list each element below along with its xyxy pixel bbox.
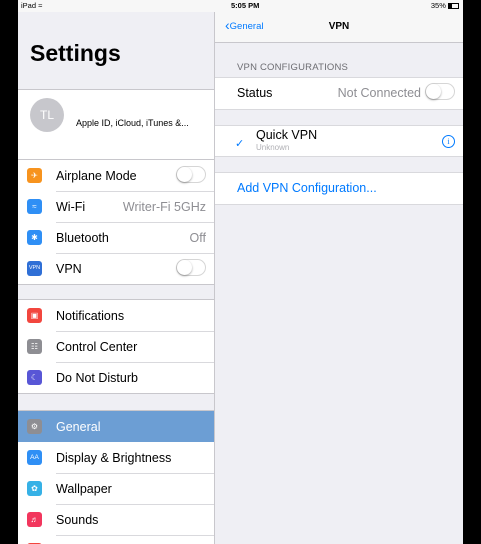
vpn-toggle[interactable]: [176, 259, 206, 276]
add-vpn-configuration-link[interactable]: Add VPN Configuration...: [237, 181, 377, 195]
moon-icon: ☾: [27, 370, 42, 385]
status-label: Status: [237, 86, 273, 100]
sidebar-item-airplane-mode[interactable]: ✈ Airplane Mode: [18, 160, 214, 191]
avatar: TL: [30, 98, 64, 132]
control-center-icon: ☷: [27, 339, 42, 354]
bluetooth-icon: ✱: [27, 230, 42, 245]
clock: 5:05 PM: [231, 1, 260, 10]
vpn-configuration-row[interactable]: ✓ Quick VPN Unknown i: [215, 125, 463, 157]
wifi-network-name: Writer-Fi 5GHz: [122, 200, 206, 214]
add-vpn-row[interactable]: Add VPN Configuration...: [215, 172, 463, 205]
settings-sidebar: Settings TL Apple ID, iCloud, iTunes &..…: [18, 0, 215, 544]
device-label: iPad ≈: [21, 1, 43, 10]
nav-title: VPN: [328, 21, 350, 32]
gear-icon: ⚙: [27, 419, 42, 434]
wifi-signal-icon: ≈: [38, 1, 43, 10]
airplane-icon: ✈: [27, 168, 42, 183]
notifications-group: ▣ Notifications ☷ Control Center ☾ Do No…: [18, 299, 214, 394]
vpn-icon: VPN: [27, 261, 42, 276]
vpn-config-status: Unknown: [256, 143, 290, 152]
sidebar-item-bluetooth[interactable]: ✱ Bluetooth Off: [18, 222, 214, 253]
notifications-icon: ▣: [27, 308, 42, 323]
status-value: Not Connected: [337, 86, 421, 100]
battery-indicator: 35%: [431, 1, 459, 10]
bluetooth-status: Off: [189, 231, 206, 245]
sidebar-item-do-not-disturb[interactable]: ☾ Do Not Disturb: [18, 362, 214, 393]
sidebar-item-control-center[interactable]: ☷ Control Center: [18, 331, 214, 362]
sidebar-item-partial[interactable]: [18, 535, 214, 544]
sidebar-item-display-brightness[interactable]: AA Display & Brightness: [18, 442, 214, 473]
battery-icon: [448, 3, 459, 10]
general-group: ⚙ General AA Display & Brightness ✿ Wall…: [18, 410, 214, 544]
airplane-mode-toggle[interactable]: [176, 166, 206, 183]
checkmark-icon: ✓: [235, 138, 245, 150]
wifi-icon: ≈: [27, 199, 42, 214]
display-icon: AA: [27, 450, 42, 465]
sidebar-item-vpn[interactable]: VPN VPN: [18, 253, 214, 284]
sidebar-item-sounds[interactable]: ♬ Sounds: [18, 504, 214, 535]
wallpaper-icon: ✿: [27, 481, 42, 496]
section-header: VPN CONFIGURATIONS: [237, 62, 349, 73]
sidebar-item-general[interactable]: ⚙ General: [18, 411, 214, 442]
sidebar-item-notifications[interactable]: ▣ Notifications: [18, 300, 214, 331]
connectivity-group: ✈ Airplane Mode ≈ Wi-Fi Writer-Fi 5GHz ✱…: [18, 159, 214, 285]
navigation-bar: ‹General VPN: [215, 12, 463, 43]
vpn-detail-pane: ‹General VPN VPN CONFIGURATIONS Status N…: [215, 0, 463, 544]
apple-id-subtitle: Apple ID, iCloud, iTunes &...: [76, 118, 189, 128]
vpn-status-row: Status Not Connected: [215, 77, 463, 110]
speaker-icon: ♬: [27, 512, 42, 527]
page-title: Settings: [30, 40, 121, 66]
sidebar-item-wallpaper[interactable]: ✿ Wallpaper: [18, 473, 214, 504]
info-icon[interactable]: i: [442, 135, 455, 148]
apple-id-row[interactable]: TL Apple ID, iCloud, iTunes &...: [18, 89, 214, 161]
ipad-screen: iPad ≈ 5:05 PM 35% Settings TL Apple ID,…: [0, 0, 481, 544]
sidebar-item-wifi[interactable]: ≈ Wi-Fi Writer-Fi 5GHz: [18, 191, 214, 222]
status-bar: iPad ≈ 5:05 PM 35%: [18, 0, 463, 12]
vpn-status-toggle[interactable]: [425, 83, 455, 100]
vpn-config-name: Quick VPN: [256, 128, 318, 142]
